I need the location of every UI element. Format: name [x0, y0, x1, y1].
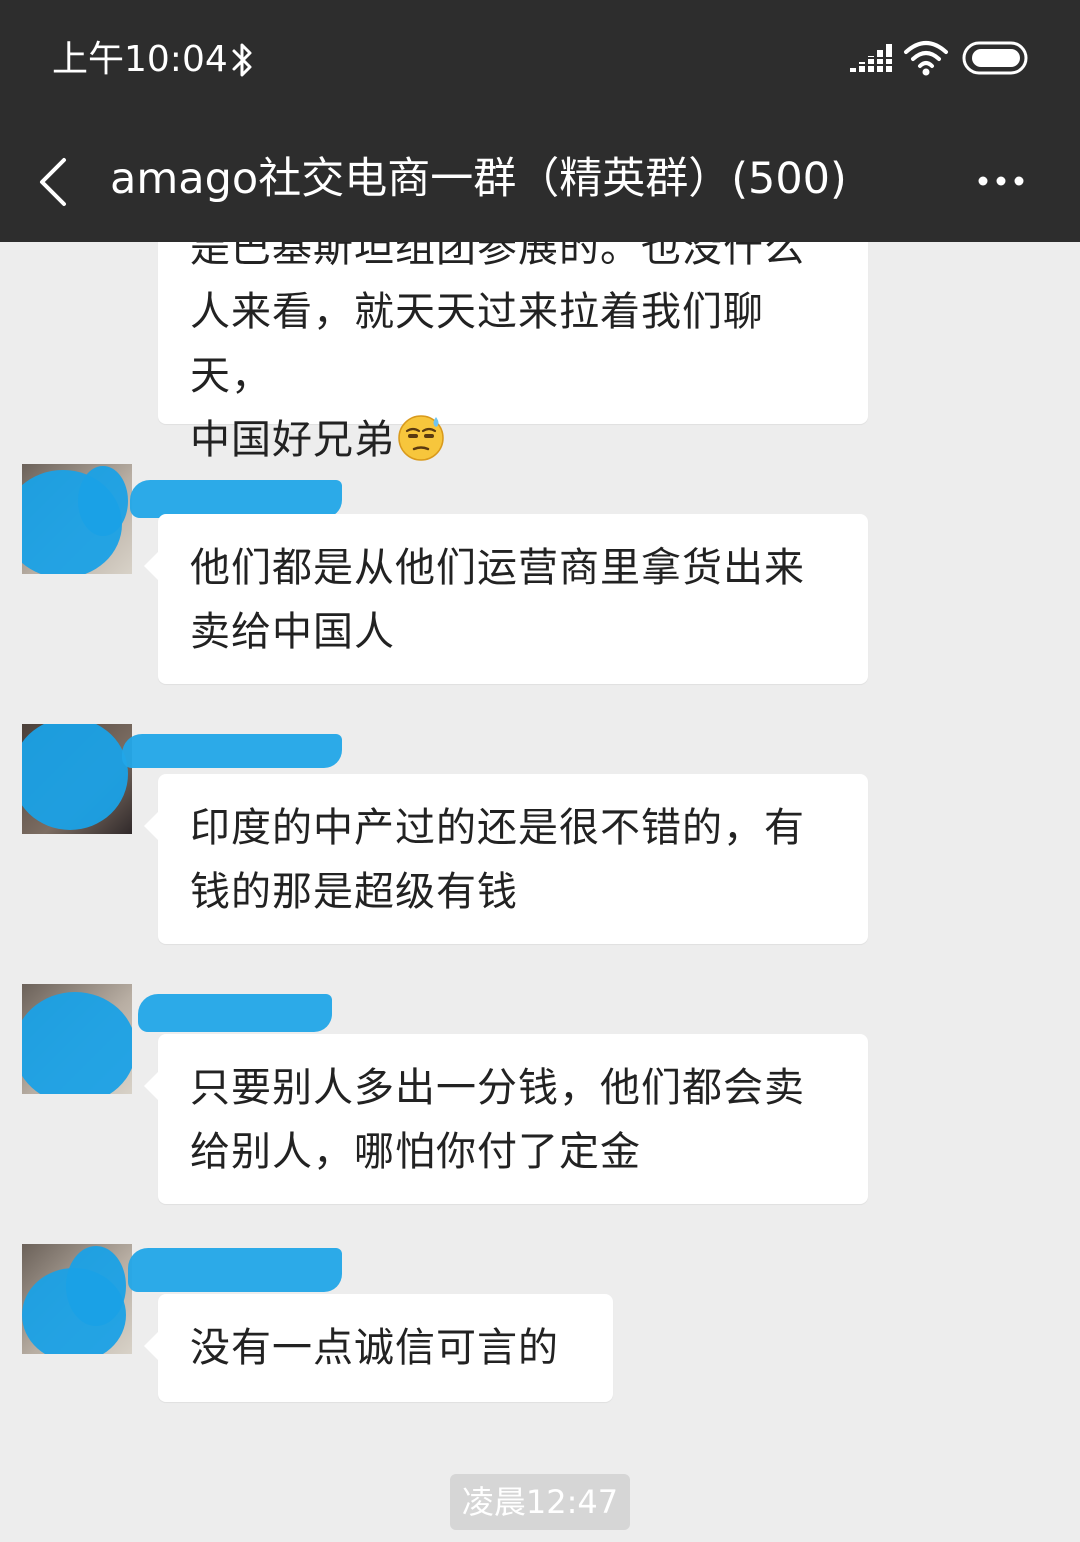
message-bubble[interactable]: 没有一点诚信可言的 — [144, 1294, 613, 1402]
message-text: 他们都是从他们运营商里拿货出来 卖给中国人 — [190, 545, 805, 655]
chat-header: amago社交电商一群（精英群）(500) — [0, 120, 1080, 242]
battery-icon — [962, 41, 1028, 75]
sender-name-redaction — [138, 994, 332, 1032]
message-bubble[interactable]: 是巴基斯坦组团参展的。也没什么 人来看，就天天过来拉着我们聊天， 中国好兄弟 — [158, 242, 868, 463]
sender-name-redaction — [128, 1248, 342, 1292]
sender-avatar[interactable] — [22, 1244, 132, 1354]
status-bar: 上午10:04 — [0, 0, 1080, 120]
sender-avatar[interactable] — [22, 464, 132, 574]
message-text: 印度的中产过的还是很不错的，有 钱的那是超级有钱 — [190, 805, 805, 915]
sender-avatar[interactable] — [22, 724, 132, 834]
status-time: 上午10:04 — [52, 39, 228, 80]
back-button[interactable] — [30, 146, 80, 216]
message-text: 是巴基斯坦组团参展的。也没什么 人来看，就天天过来拉着我们聊天， 中国好兄弟 — [190, 242, 805, 463]
bluetooth-icon — [232, 43, 252, 77]
sender-name-redaction — [130, 480, 342, 518]
message-list[interactable]: 是巴基斯坦组团参展的。也没什么 人来看，就天天过来拉着我们聊天， 中国好兄弟 他… — [0, 242, 1080, 1542]
message-bubble[interactable]: 他们都是从他们运营商里拿货出来 卖给中国人 — [144, 514, 868, 684]
more-options-button[interactable] — [966, 156, 1036, 206]
sender-name-redaction — [122, 734, 342, 768]
sweat-face-emoji — [398, 415, 444, 461]
chat-screen: 上午10:04 amago社交电商一群（精英群）(500) 是巴基斯坦组团参展的… — [0, 0, 1080, 1542]
message-bubble[interactable]: 印度的中产过的还是很不错的，有 钱的那是超级有钱 — [144, 774, 868, 944]
signal-icon — [850, 44, 892, 72]
message-text: 没有一点诚信可言的 — [190, 1325, 559, 1371]
time-divider: 凌晨12:47 — [450, 1474, 630, 1530]
sender-avatar[interactable] — [22, 984, 132, 1094]
wifi-icon — [904, 41, 948, 76]
chat-title: amago社交电商一群（精英群）(500) — [110, 154, 847, 204]
message-bubble[interactable]: 只要别人多出一分钱，他们都会卖 给别人，哪怕你付了定金 — [144, 1034, 868, 1204]
message-text: 只要别人多出一分钱，他们都会卖 给别人，哪怕你付了定金 — [190, 1065, 805, 1175]
